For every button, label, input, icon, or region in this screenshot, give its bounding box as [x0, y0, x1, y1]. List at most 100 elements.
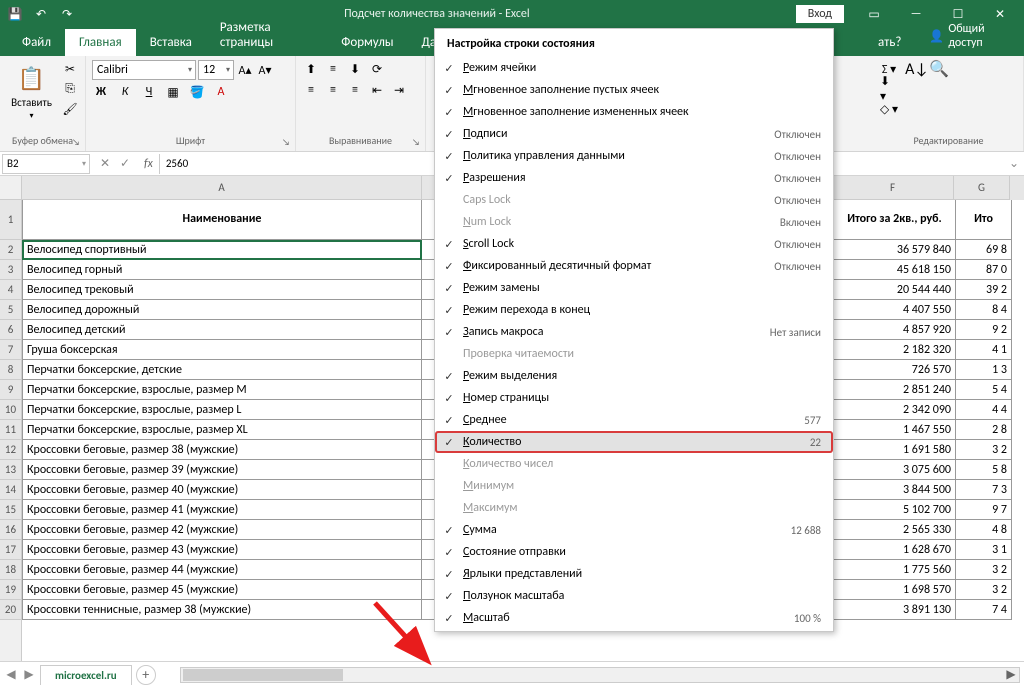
- new-sheet-button[interactable]: +: [136, 665, 156, 685]
- context-menu-item[interactable]: Количество чисел: [435, 453, 833, 475]
- context-menu-item[interactable]: ✓Масштаб100 %: [435, 607, 833, 629]
- paste-button[interactable]: 📋 Вставить ▾: [6, 60, 57, 123]
- row-header[interactable]: 10: [0, 400, 21, 420]
- row-header[interactable]: 14: [0, 480, 21, 500]
- context-menu-item[interactable]: ✓ПодписиОтключен: [435, 123, 833, 145]
- row-header[interactable]: 17: [0, 540, 21, 560]
- fill-icon[interactable]: ⬇ ▾: [880, 80, 898, 98]
- cell[interactable]: 9 2: [956, 320, 1012, 340]
- underline-icon[interactable]: Ч: [140, 83, 158, 101]
- header-cell[interactable]: Ито: [956, 200, 1012, 240]
- cell[interactable]: 5 102 700: [834, 500, 956, 520]
- cell[interactable]: Велосипед горный: [22, 260, 422, 280]
- cell[interactable]: 4 8: [956, 520, 1012, 540]
- sheet-tab[interactable]: microexcel.ru: [40, 665, 132, 685]
- enter-formula-icon[interactable]: ✓: [116, 156, 134, 171]
- cancel-formula-icon[interactable]: ✕: [96, 156, 114, 171]
- name-box[interactable]: B2: [2, 154, 90, 174]
- context-menu-item[interactable]: ✓Фиксированный десятичный форматОтключен: [435, 255, 833, 277]
- login-button[interactable]: Вход: [796, 5, 844, 23]
- context-menu-item[interactable]: ✓Режим выделения: [435, 365, 833, 387]
- cut-icon[interactable]: ✂: [61, 60, 79, 78]
- cell[interactable]: 1 698 570: [834, 580, 956, 600]
- context-menu-item[interactable]: ✓Scroll LockОтключен: [435, 233, 833, 255]
- row-header[interactable]: 11: [0, 420, 21, 440]
- cell[interactable]: 5 8: [956, 460, 1012, 480]
- decrease-font-icon[interactable]: A▾: [256, 61, 274, 79]
- row-header[interactable]: 3: [0, 260, 21, 280]
- font-name-combo[interactable]: Calibri: [92, 60, 196, 80]
- sheet-nav-next-icon[interactable]: ▶: [22, 667, 36, 682]
- row-header[interactable]: 7: [0, 340, 21, 360]
- cell[interactable]: Кроссовки беговые, размер 40 (мужские): [22, 480, 422, 500]
- cell[interactable]: 2 182 320: [834, 340, 956, 360]
- fx-icon[interactable]: fx: [138, 157, 159, 171]
- sort-filter-icon[interactable]: A↓: [908, 60, 926, 78]
- indent-inc-icon[interactable]: ⇥: [390, 81, 408, 99]
- row-header[interactable]: 2: [0, 240, 21, 260]
- bold-icon[interactable]: Ж: [92, 83, 110, 101]
- row-header[interactable]: 12: [0, 440, 21, 460]
- redo-icon[interactable]: ↷: [56, 3, 78, 25]
- cell[interactable]: Велосипед детский: [22, 320, 422, 340]
- format-painter-icon[interactable]: 🖌: [61, 100, 79, 118]
- row-header[interactable]: 5: [0, 300, 21, 320]
- row-header[interactable]: 16: [0, 520, 21, 540]
- cell[interactable]: Велосипед спортивный: [22, 240, 422, 260]
- context-menu-item[interactable]: Num LockВключен: [435, 211, 833, 233]
- cell[interactable]: 3 2: [956, 560, 1012, 580]
- cell[interactable]: 1 467 550: [834, 420, 956, 440]
- align-center-icon[interactable]: ≡: [324, 81, 342, 99]
- select-all-triangle[interactable]: [0, 176, 21, 200]
- border-icon[interactable]: ▦: [164, 83, 182, 101]
- context-menu-item[interactable]: ✓Режим перехода в конец: [435, 299, 833, 321]
- cell[interactable]: Кроссовки беговые, размер 38 (мужские): [22, 440, 422, 460]
- context-menu-item[interactable]: ✓Мгновенное заполнение измененных ячеек: [435, 101, 833, 123]
- cell[interactable]: 4 4: [956, 400, 1012, 420]
- font-color-icon[interactable]: A: [212, 83, 230, 101]
- expand-formula-bar-icon[interactable]: ⌄: [1004, 156, 1024, 171]
- cell[interactable]: 7 3: [956, 480, 1012, 500]
- save-icon[interactable]: 💾: [4, 3, 26, 25]
- cell[interactable]: 9 7: [956, 500, 1012, 520]
- cell[interactable]: 1 775 560: [834, 560, 956, 580]
- tab-insert[interactable]: Вставка: [136, 29, 206, 56]
- row-header[interactable]: 1: [0, 200, 21, 240]
- context-menu-item[interactable]: ✓Режим ячейки: [435, 57, 833, 79]
- tab-page-layout[interactable]: Разметка страницы: [206, 14, 327, 56]
- cell[interactable]: 8 4: [956, 300, 1012, 320]
- context-menu-item[interactable]: ✓РазрешенияОтключен: [435, 167, 833, 189]
- cell[interactable]: 2 8: [956, 420, 1012, 440]
- context-menu-item[interactable]: ✓Ярлыки представлений: [435, 563, 833, 585]
- scroll-right-icon[interactable]: ▶: [1003, 668, 1019, 682]
- row-header[interactable]: 18: [0, 560, 21, 580]
- alignment-dialog-launcher[interactable]: ↘: [409, 135, 423, 149]
- context-menu-item[interactable]: ✓Сумма12 688: [435, 519, 833, 541]
- header-cell[interactable]: Итого за 2кв., руб.: [834, 200, 956, 240]
- align-top-icon[interactable]: ⬆: [302, 60, 320, 78]
- row-header[interactable]: 15: [0, 500, 21, 520]
- cell[interactable]: 39 2: [956, 280, 1012, 300]
- context-menu-item[interactable]: ✓Количество22: [435, 431, 833, 453]
- context-menu-item[interactable]: ✓Мгновенное заполнение пустых ячеек: [435, 79, 833, 101]
- cell[interactable]: 4 857 920: [834, 320, 956, 340]
- cell[interactable]: 3 2: [956, 580, 1012, 600]
- cell[interactable]: 1 628 670: [834, 540, 956, 560]
- cell[interactable]: 726 570: [834, 360, 956, 380]
- row-header[interactable]: 13: [0, 460, 21, 480]
- cell[interactable]: 2 565 330: [834, 520, 956, 540]
- cell[interactable]: Кроссовки теннисные, размер 38 (мужские): [22, 600, 422, 620]
- undo-icon[interactable]: ↶: [30, 3, 52, 25]
- orientation-icon[interactable]: ⟳: [368, 60, 386, 78]
- context-menu-item[interactable]: ✓Режим замены: [435, 277, 833, 299]
- col-header-f[interactable]: F: [832, 176, 954, 200]
- row-header[interactable]: 19: [0, 580, 21, 600]
- cell[interactable]: 69 8: [956, 240, 1012, 260]
- cell[interactable]: Кроссовки беговые, размер 39 (мужские): [22, 460, 422, 480]
- copy-icon[interactable]: ⎘: [61, 80, 79, 98]
- cell[interactable]: 7 4: [956, 600, 1012, 620]
- indent-dec-icon[interactable]: ⇤: [368, 81, 386, 99]
- tab-tell-me[interactable]: ать?: [864, 29, 915, 56]
- cell[interactable]: 20 544 440: [834, 280, 956, 300]
- scrollbar-thumb[interactable]: [183, 669, 343, 681]
